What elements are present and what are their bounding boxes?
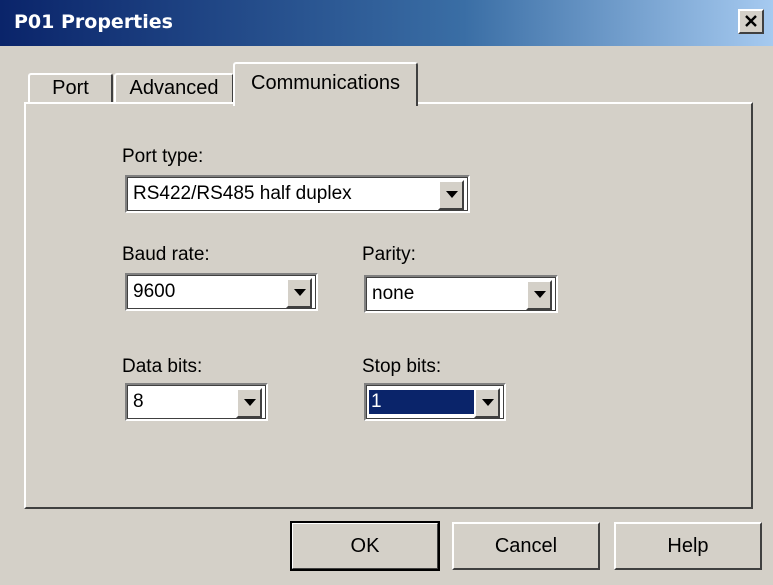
port-type-label: Port type: xyxy=(122,146,204,167)
chevron-down-icon xyxy=(534,291,546,298)
baud-rate-select[interactable]: 9600 xyxy=(125,273,318,311)
parity-dropdown-button[interactable] xyxy=(526,280,552,310)
cancel-button[interactable]: Cancel xyxy=(452,522,600,570)
tab-communications[interactable]: Communications xyxy=(233,62,418,106)
port-type-select[interactable]: RS422/RS485 half duplex xyxy=(125,175,470,213)
stop-bits-label: Stop bits: xyxy=(362,356,442,377)
data-bits-select[interactable]: 8 xyxy=(125,383,268,421)
data-bits-dropdown-button[interactable] xyxy=(236,388,262,418)
title-bar: P01 Properties xyxy=(0,0,773,46)
chevron-down-icon xyxy=(446,191,458,198)
help-button[interactable]: Help xyxy=(614,522,762,570)
parity-value: none xyxy=(372,283,415,304)
tab-port[interactable]: Port xyxy=(28,73,113,103)
properties-dialog: P01 Properties Port Advanced Communicati… xyxy=(0,0,773,585)
close-button[interactable] xyxy=(738,9,764,34)
communications-panel: Port type: RS422/RS485 half duplex Baud … xyxy=(24,102,753,509)
window-title: P01 Properties xyxy=(14,11,173,33)
port-type-value: RS422/RS485 half duplex xyxy=(133,183,352,204)
baud-rate-value: 9600 xyxy=(133,281,176,302)
parity-label: Parity: xyxy=(362,244,416,265)
chevron-down-icon xyxy=(482,399,494,406)
port-type-dropdown-button[interactable] xyxy=(438,180,464,210)
ok-button[interactable]: OK xyxy=(290,521,440,571)
data-bits-label: Data bits: xyxy=(122,356,203,377)
stop-bits-select[interactable]: 1 xyxy=(364,383,506,421)
tab-advanced[interactable]: Advanced xyxy=(114,73,234,103)
baud-rate-dropdown-button[interactable] xyxy=(286,278,312,308)
stop-bits-dropdown-button[interactable] xyxy=(474,388,500,418)
baud-rate-label: Baud rate: xyxy=(122,244,210,265)
close-icon xyxy=(745,15,757,27)
parity-select[interactable]: none xyxy=(364,275,558,313)
stop-bits-value: 1 xyxy=(368,389,475,415)
chevron-down-icon xyxy=(294,289,306,296)
chevron-down-icon xyxy=(244,399,256,406)
data-bits-value: 8 xyxy=(133,391,144,412)
